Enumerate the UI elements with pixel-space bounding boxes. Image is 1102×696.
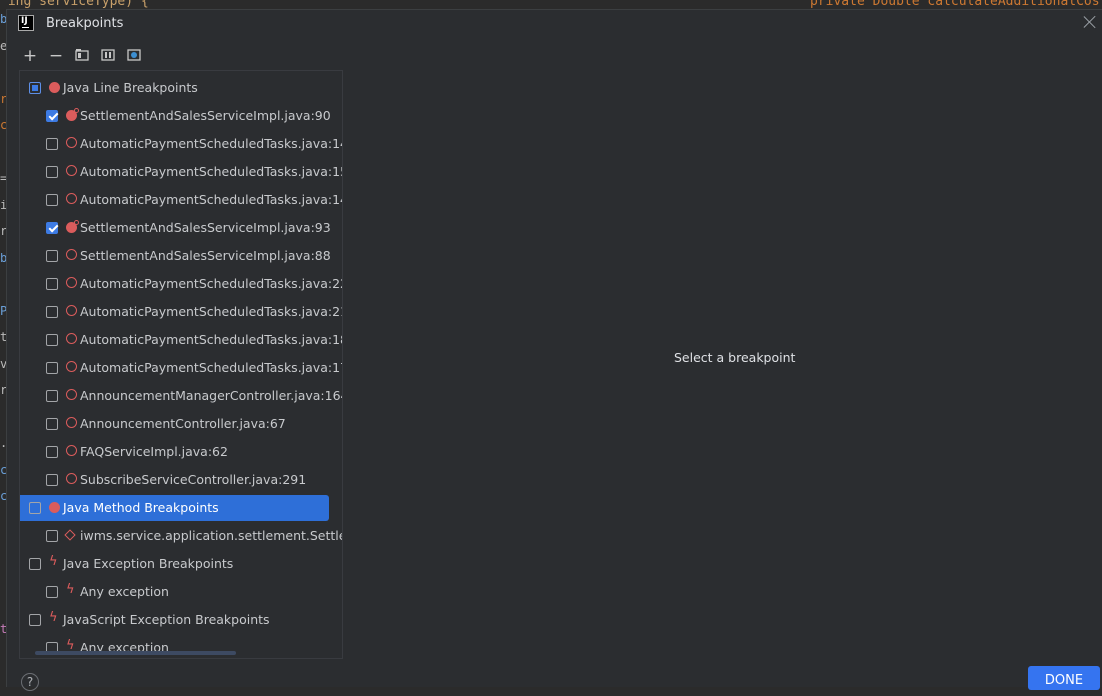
enabled-checkbox[interactable] — [46, 138, 58, 150]
breakpoint-label: Java Exception Breakpoints — [63, 556, 234, 571]
exception-breakpoint-icon: ϟ — [49, 610, 58, 625]
enabled-checkbox[interactable] — [46, 278, 58, 290]
breakpoint-disabled-icon — [66, 417, 77, 428]
breakpoint-group-row[interactable]: Java Line Breakpoints — [20, 75, 342, 101]
editor-background: ring serviceType) { private Double calcu… — [0, 0, 1102, 9]
enabled-checkbox[interactable] — [29, 82, 41, 94]
breakpoint-label: AutomaticPaymentScheduledTasks.java:182 — [80, 332, 343, 347]
breakpoint-group-row[interactable]: ϟ JavaScript Exception Breakpoints — [20, 607, 342, 633]
breakpoint-row[interactable]: FAQServiceImpl.java:62 — [20, 439, 342, 465]
exception-breakpoint-icon: ϟ — [66, 582, 75, 597]
breakpoints-tree[interactable]: ϟ Any exception ϟ JavaScript Exception Brea… — [19, 70, 343, 659]
breakpoint-disabled-icon — [66, 445, 77, 456]
breakpoint-disabled-icon — [66, 249, 77, 260]
breakpoint-row[interactable]: SettlementAndSalesServiceImpl.java:93 — [20, 215, 342, 241]
breakpoint-dot-icon — [49, 82, 60, 93]
enabled-checkbox[interactable] — [46, 334, 58, 346]
breakpoint-label: AutomaticPaymentScheduledTasks.java:142 — [80, 136, 343, 151]
breakpoint-row[interactable]: ϟ Any exception — [20, 579, 342, 605]
help-button[interactable]: ? — [21, 673, 39, 691]
breakpoint-row[interactable]: AutomaticPaymentScheduledTasks.java:217 — [20, 299, 342, 325]
breakpoint-label: SubscribeServiceController.java:291 — [80, 472, 307, 487]
breakpoint-disabled-icon — [66, 165, 77, 176]
breakpoint-disabled-icon — [66, 473, 77, 484]
breakpoint-disabled-icon — [66, 137, 77, 148]
breakpoint-label: iwms.service.application.settlement.Sett… — [80, 528, 342, 543]
breakpoint-row[interactable]: AutomaticPaymentScheduledTasks.java:142 — [20, 131, 342, 157]
breakpoint-disabled-icon — [66, 389, 77, 400]
enabled-checkbox[interactable] — [46, 446, 58, 458]
breakpoints-dialog: IJ Breakpoints + − ϟ Any exception ϟ JavaSc… — [6, 9, 1102, 691]
dialog-title: Breakpoints — [46, 16, 124, 31]
breakpoint-disabled-icon — [66, 305, 77, 316]
breakpoint-row[interactable]: AutomaticPaymentScheduledTasks.java:143 — [20, 187, 342, 213]
group-by-file-icon[interactable] — [99, 47, 117, 65]
breakpoint-row[interactable]: AnnouncementController.java:67 — [20, 411, 342, 437]
breakpoint-row[interactable]: AnnouncementManagerController.java:164 — [20, 383, 342, 409]
enabled-checkbox[interactable] — [46, 110, 58, 122]
breakpoint-row[interactable]: AutomaticPaymentScheduledTasks.java:221 — [20, 271, 342, 297]
group-by-class-icon[interactable] — [125, 47, 143, 65]
breakpoint-label: Java Method Breakpoints — [63, 500, 219, 515]
breakpoint-disabled-icon — [66, 277, 77, 288]
breakpoint-label: SettlementAndSalesServiceImpl.java:90 — [80, 108, 331, 123]
editor-code-right: private Double calculateAdditionalCos — [810, 0, 1100, 9]
breakpoint-label: AnnouncementController.java:67 — [80, 416, 286, 431]
breakpoint-label: SettlementAndSalesServiceImpl.java:88 — [80, 248, 331, 263]
enabled-checkbox[interactable] — [29, 558, 41, 570]
breakpoint-label: Java Line Breakpoints — [63, 80, 198, 95]
breakpoint-group-row[interactable]: Java Method Breakpoints — [20, 495, 329, 521]
enabled-checkbox[interactable] — [46, 530, 58, 542]
method-breakpoint-icon — [64, 529, 76, 541]
dialog-titlebar: IJ Breakpoints — [7, 10, 1102, 40]
breakpoint-label: FAQServiceImpl.java:62 — [80, 444, 228, 459]
enabled-checkbox[interactable] — [29, 502, 41, 514]
breakpoint-label: AutomaticPaymentScheduledTasks.java:217 — [80, 304, 343, 319]
done-button[interactable]: DONE — [1028, 666, 1100, 690]
breakpoint-label: AutomaticPaymentScheduledTasks.java:143 — [80, 192, 343, 207]
enabled-checkbox[interactable] — [46, 362, 58, 374]
breakpoint-enabled-icon — [66, 108, 79, 121]
breakpoint-row[interactable]: SubscribeServiceController.java:291 — [20, 467, 342, 493]
breakpoint-row[interactable]: AutomaticPaymentScheduledTasks.java:170 — [20, 355, 342, 381]
close-icon[interactable] — [1083, 15, 1097, 29]
remove-breakpoint-button[interactable]: − — [47, 47, 65, 65]
breakpoint-label: AutomaticPaymentScheduledTasks.java:170 — [80, 360, 343, 375]
breakpoint-row[interactable]: SettlementAndSalesServiceImpl.java:88 — [20, 243, 342, 269]
enabled-checkbox[interactable] — [46, 222, 58, 234]
editor-code-left: ring serviceType) { — [0, 0, 149, 9]
enabled-checkbox[interactable] — [29, 614, 41, 626]
breakpoint-label: Any exception — [80, 584, 169, 599]
enabled-checkbox[interactable] — [46, 474, 58, 486]
exception-breakpoint-icon: ϟ — [49, 554, 58, 569]
breakpoint-row[interactable]: iwms.service.application.settlement.Sett… — [20, 523, 342, 549]
breakpoint-label: AutomaticPaymentScheduledTasks.java:221 — [80, 276, 343, 291]
add-breakpoint-button[interactable]: + — [21, 47, 39, 65]
breakpoint-enabled-icon — [66, 220, 79, 233]
enabled-checkbox[interactable] — [46, 250, 58, 262]
horizontal-scrollbar[interactable] — [35, 651, 236, 655]
enabled-checkbox[interactable] — [46, 390, 58, 402]
breakpoint-row[interactable]: AutomaticPaymentScheduledTasks.java:182 — [20, 327, 342, 353]
breakpoint-row[interactable]: ϟ Any exception — [20, 635, 342, 658]
breakpoint-row[interactable]: SettlementAndSalesServiceImpl.java:90 — [20, 103, 342, 129]
breakpoint-disabled-icon — [66, 361, 77, 372]
intellij-logo-icon: IJ — [18, 15, 34, 31]
breakpoint-group-row[interactable]: ϟ Java Exception Breakpoints — [20, 551, 342, 577]
breakpoint-disabled-icon — [66, 193, 77, 204]
enabled-checkbox[interactable] — [46, 418, 58, 430]
breakpoint-label: AnnouncementManagerController.java:164 — [80, 388, 343, 403]
enabled-checkbox[interactable] — [46, 586, 58, 598]
breakpoint-label: SettlementAndSalesServiceImpl.java:93 — [80, 220, 331, 235]
breakpoint-dot-icon — [49, 502, 60, 513]
breakpoint-label: AutomaticPaymentScheduledTasks.java:155 — [80, 164, 343, 179]
empty-details-message: Select a breakpoint — [674, 350, 796, 365]
breakpoint-disabled-icon — [66, 333, 77, 344]
enabled-checkbox[interactable] — [46, 194, 58, 206]
breakpoint-label: JavaScript Exception Breakpoints — [63, 612, 270, 627]
group-by-package-icon[interactable] — [73, 47, 91, 65]
enabled-checkbox[interactable] — [46, 306, 58, 318]
breakpoint-row[interactable]: AutomaticPaymentScheduledTasks.java:155 — [20, 159, 342, 185]
enabled-checkbox[interactable] — [46, 166, 58, 178]
